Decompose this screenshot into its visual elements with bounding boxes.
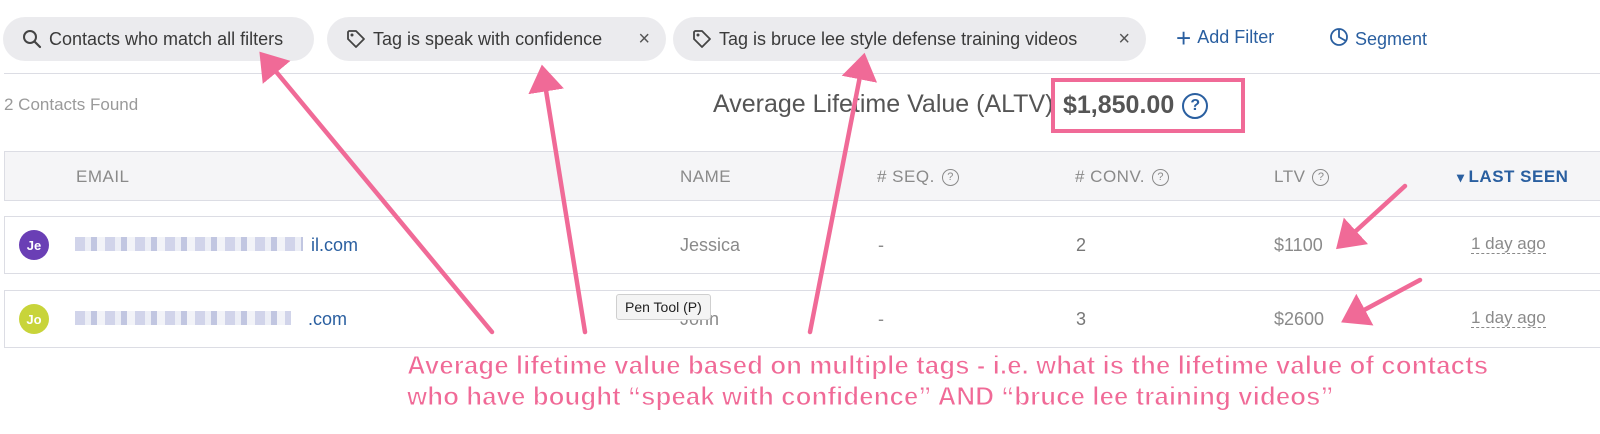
annotation-arrow [528,64,588,335]
annotation-line: Average lifetime value based on multiple… [406,350,1489,381]
annotation-arrow [259,51,495,335]
annotation-arrow [1341,277,1423,326]
annotation-arrow [1336,183,1408,250]
annotation-arrow [807,52,878,335]
annotation-caption: Average lifetime value based on multiple… [406,350,1489,412]
annotation-line: who have bought “speak with confidence” … [406,381,1334,412]
